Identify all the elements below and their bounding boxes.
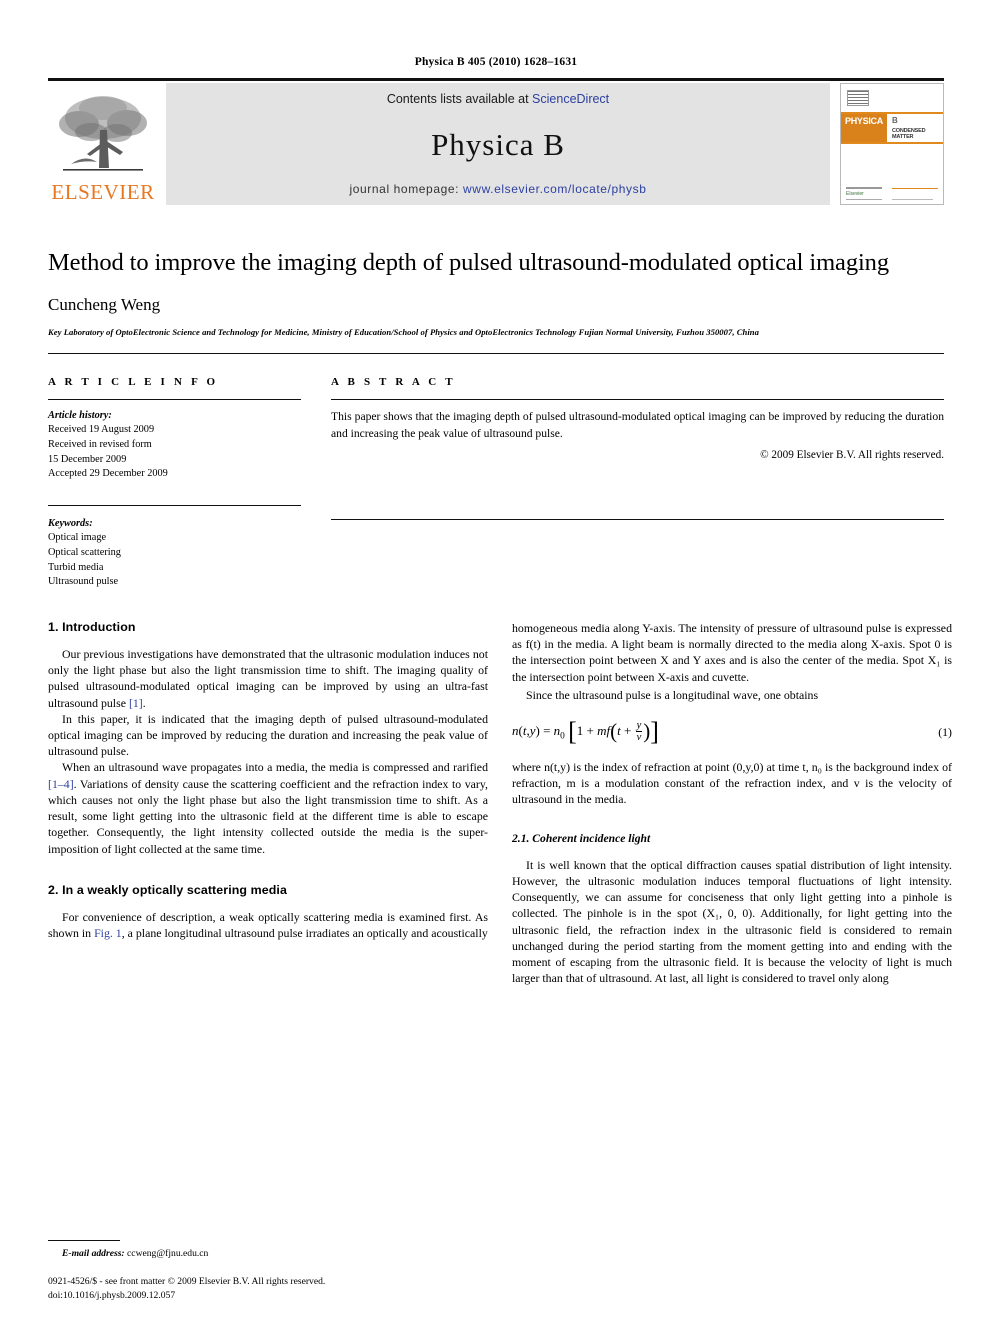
journal-banner: Contents lists available at ScienceDirec… (166, 83, 830, 205)
cover-body (841, 144, 943, 176)
footnote-area: E-mail address: ccweng@fjnu.edu.cn (48, 1240, 488, 1259)
cover-brand: PHYSICA (841, 114, 887, 142)
author-name: Cuncheng Weng (48, 295, 161, 315)
reference-link-1-4[interactable]: [1–4] (48, 777, 74, 791)
intro-paragraph-1: Our previous investigations have demonst… (48, 646, 488, 711)
footer-doi: doi:10.1016/j.physb.2009.12.057 (48, 1290, 176, 1302)
reference-link-1[interactable]: [1] (129, 696, 143, 710)
article-history-block: Article history: Received 19 August 2009… (48, 409, 301, 482)
author-affiliation: Key Laboratory of OptoElectronic Science… (48, 327, 759, 338)
keyword-item: Optical image (48, 532, 107, 544)
right-paragraph-1: homogeneous media along Y-axis. The inte… (512, 620, 952, 684)
title-block: Method to improve the imaging depth of p… (48, 247, 944, 339)
intro-p1-text-b: . (142, 695, 146, 710)
history-item: Accepted 29 December 2009 (48, 468, 168, 480)
history-label: Article history: (48, 409, 112, 421)
sec2-p1-text-b: , a plane longitudinal ultrasound pulse … (121, 925, 488, 940)
article-page: Physica B 405 (2010) 1628–1631 ELSEVIER … (0, 0, 992, 1323)
section-heading-weakly-scattering: 2. In a weakly optically scattering medi… (48, 882, 287, 897)
sciencedirect-link[interactable]: ScienceDirect (532, 92, 609, 106)
keywords-rule (48, 504, 301, 506)
keyword-item: Turbid media (48, 561, 104, 573)
intro-p3-text-a: When an ultrasound wave propagates into … (62, 760, 488, 775)
section-heading-introduction: 1. Introduction (48, 619, 136, 634)
elsevier-wordmark: ELSEVIER (51, 180, 155, 204)
equation-1-number: (1) (938, 724, 952, 739)
cover-mini-image (847, 90, 869, 106)
figure-link-1[interactable]: Fig. 1 (94, 926, 122, 940)
sub21-paragraph: It is well known that the optical diffra… (512, 857, 952, 986)
page-footer: 0921-4526/$ - see front matter © 2009 El… (48, 1275, 568, 1303)
cover-footer-rules (888, 187, 938, 200)
elsevier-tree-icon (59, 96, 147, 171)
article-title: Method to improve the imaging depth of p… (48, 249, 889, 276)
body-column-right: homogeneous media along Y-axis. The inte… (512, 620, 952, 987)
history-item: 15 December 2009 (48, 453, 127, 465)
footnote-rule (48, 1240, 120, 1241)
article-info-column: A R T I C L E I N F O Article history: R… (48, 376, 301, 590)
keywords-block: Keywords: Optical image Optical scatteri… (48, 517, 301, 590)
sec2-paragraph-1: For convenience of description, a weak o… (48, 909, 488, 941)
intro-paragraph-3: When an ultrasound wave propagates into … (48, 759, 488, 856)
running-head: Physica B 405 (2010) 1628–1631 (414, 56, 578, 68)
fraction-y-over-v: yv (635, 719, 643, 743)
journal-cover-thumbnail: PHYSICA B CONDENSED MATTER Elsevier (840, 83, 944, 205)
article-info-rule (48, 398, 301, 400)
info-abstract-row: A R T I C L E I N F O Article history: R… (48, 376, 944, 590)
abstract-bottom-rule (331, 519, 944, 521)
cover-imprint: Elsevier (846, 187, 888, 200)
equation-1-body: n(t,y) = n0 [1 + mf(t + y v)] (512, 717, 659, 746)
history-item: Received in revised form (48, 439, 152, 451)
cover-title-band: PHYSICA B CONDENSED MATTER (841, 114, 943, 144)
homepage-prefix: journal homepage: (349, 182, 460, 196)
abstract-rule (331, 398, 944, 400)
journal-title: Physica B (431, 127, 565, 162)
equation-1: n(t,y) = n0 [1 + mf(t + y v)] (1) (512, 717, 952, 747)
contents-line: Contents lists available at ScienceDirec… (387, 92, 609, 106)
cover-top-section (841, 84, 943, 114)
email-label: E-mail address: (62, 1248, 125, 1259)
email-footnote: E-mail address: ccweng@fjnu.edu.cn (48, 1248, 488, 1259)
abstract-heading: A B S T R A C T (331, 375, 456, 388)
email-address-link[interactable]: ccweng@fjnu.edu.cn (127, 1248, 208, 1259)
cover-band-text: B CONDENSED MATTER (887, 114, 943, 142)
body-columns: 1. Introduction Our previous investigati… (48, 620, 952, 987)
intro-p1-text-a: Our previous investigations have demonst… (48, 646, 488, 710)
cover-imprint-label: Elsevier (846, 191, 864, 197)
masthead: ELSEVIER Contents lists available at Sci… (48, 83, 944, 205)
keyword-item: Ultrasound pulse (48, 576, 119, 588)
elsevier-logo: ELSEVIER (48, 83, 158, 205)
footer-front-matter: 0921-4526/$ - see front matter © 2009 El… (48, 1276, 326, 1288)
keyword-item: Optical scattering (48, 547, 121, 559)
where-paragraph: where n(t,y) is the index of refraction … (512, 760, 952, 807)
intro-paragraph-2: In this paper, it is indicated that the … (48, 711, 488, 759)
intro-p3-text-b: . Variations of density cause the scatte… (48, 776, 488, 856)
abstract-copyright: © 2009 Elsevier B.V. All rights reserved… (760, 449, 944, 462)
contents-prefix: Contents lists available at (386, 92, 529, 106)
masthead-container: ELSEVIER Contents lists available at Sci… (48, 78, 944, 205)
cover-volume-letter: B (892, 115, 898, 125)
cover-subtitle: CONDENSED MATTER (892, 127, 926, 140)
abstract-column: A B S T R A C T This paper shows that th… (331, 376, 944, 590)
abstract-text: This paper shows that the imaging depth … (331, 409, 944, 440)
journal-homepage-line: journal homepage: www.elsevier.com/locat… (349, 182, 646, 196)
keywords-label: Keywords: (48, 517, 93, 529)
cover-footer: Elsevier (841, 176, 943, 204)
body-column-left: 1. Introduction Our previous investigati… (48, 620, 488, 987)
article-info-heading: A R T I C L E I N F O (48, 375, 219, 388)
homepage-url-link[interactable]: www.elsevier.com/locate/physb (463, 182, 646, 196)
history-item: Received 19 August 2009 (48, 424, 155, 436)
subsection-heading-coherent-incidence-light: 2.1. Coherent incidence light (512, 831, 651, 845)
title-divider (48, 352, 944, 354)
right-paragraph-2: Since the ultrasound pulse is a longitud… (526, 687, 819, 702)
